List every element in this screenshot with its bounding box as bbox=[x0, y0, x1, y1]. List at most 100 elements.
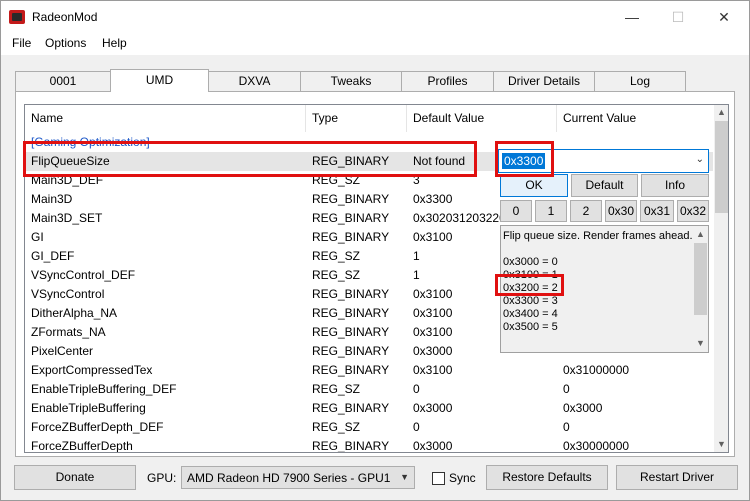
row-type: REG_SZ bbox=[312, 382, 361, 396]
list-scrollbar[interactable]: ▲ ▼ bbox=[714, 105, 728, 452]
row-name: VSyncControl bbox=[31, 287, 105, 301]
row-default: 0x3100 bbox=[413, 363, 453, 377]
column-header-default[interactable]: Default Value bbox=[407, 105, 557, 132]
gpu-select-value: AMD Radeon HD 7900 Series - GPU1 bbox=[187, 471, 391, 485]
table-row[interactable]: EnableTripleBuffering REG_BINARY 0x3000 … bbox=[25, 399, 713, 418]
list-header: Name Type Default Value Current Value bbox=[25, 105, 713, 132]
value-editor-combobox[interactable]: 0x3300 ⌄ bbox=[498, 149, 709, 173]
bottom-bar: Donate GPU: AMD Radeon HD 7900 Series - … bbox=[1, 462, 749, 496]
row-type: REG_SZ bbox=[312, 268, 361, 282]
quick-value-button[interactable]: 0x32 bbox=[677, 200, 709, 222]
row-type: REG_BINARY bbox=[312, 401, 390, 415]
row-type: REG_BINARY bbox=[312, 192, 390, 206]
column-header-type[interactable]: Type bbox=[306, 105, 407, 132]
row-name: ExportCompressedTex bbox=[31, 363, 153, 377]
sync-label[interactable]: Sync bbox=[449, 471, 476, 485]
chevron-down-icon[interactable]: ⌄ bbox=[696, 154, 704, 165]
default-button[interactable]: Default bbox=[571, 174, 638, 197]
row-default: 0x3000 bbox=[413, 401, 453, 415]
maximize-button[interactable]: ☐ bbox=[655, 1, 701, 33]
close-button[interactable]: ✕ bbox=[701, 1, 747, 33]
tab-driver-details[interactable]: Driver Details bbox=[493, 71, 595, 91]
app-icon bbox=[9, 10, 25, 24]
scroll-down-icon[interactable]: ▼ bbox=[693, 336, 708, 351]
row-name: DitherAlpha_NA bbox=[31, 306, 118, 320]
row-current: 0x30000000 bbox=[563, 439, 630, 453]
row-default: 0 bbox=[413, 420, 420, 434]
table-row[interactable]: ForceZBufferDepth_DEF REG_SZ 0 0 bbox=[25, 418, 713, 437]
info-button[interactable]: Info bbox=[641, 174, 709, 197]
quick-value-button[interactable]: 0x30 bbox=[605, 200, 637, 222]
row-type: REG_BINARY bbox=[312, 230, 390, 244]
donate-button[interactable]: Donate bbox=[14, 465, 136, 490]
row-default: 0 bbox=[413, 382, 420, 396]
row-type: REG_BINARY bbox=[312, 287, 390, 301]
row-name: FlipQueueSize bbox=[31, 154, 110, 168]
row-type: REG_BINARY bbox=[312, 363, 390, 377]
quick-value-button[interactable]: 0 bbox=[500, 200, 532, 222]
gpu-label: GPU: bbox=[147, 471, 177, 485]
row-current: 0 bbox=[563, 382, 570, 396]
row-type: REG_BINARY bbox=[312, 439, 390, 453]
row-current: 0 bbox=[563, 420, 570, 434]
minimize-button[interactable]: — bbox=[609, 1, 655, 33]
row-name: EnableTripleBuffering bbox=[31, 401, 146, 415]
column-header-name[interactable]: Name bbox=[25, 105, 306, 132]
menu-file[interactable]: File bbox=[12, 36, 31, 50]
row-type: REG_BINARY bbox=[312, 344, 390, 358]
scroll-thumb[interactable] bbox=[694, 243, 707, 315]
row-name: PixelCenter bbox=[31, 344, 94, 358]
chevron-down-icon: ▼ bbox=[400, 472, 409, 482]
tab-log[interactable]: Log bbox=[594, 71, 686, 91]
row-name: GI bbox=[31, 230, 44, 244]
title-bar[interactable]: RadeonMod — ☐ ✕ bbox=[1, 1, 749, 33]
quick-value-button[interactable]: 2 bbox=[570, 200, 602, 222]
tab-tweaks[interactable]: Tweaks bbox=[300, 71, 402, 91]
table-row[interactable]: ExportCompressedTex REG_BINARY 0x3100 0x… bbox=[25, 361, 713, 380]
menu-options[interactable]: Options bbox=[45, 36, 86, 50]
table-row[interactable]: EnableTripleBuffering_DEF REG_SZ 0 0 bbox=[25, 380, 713, 399]
row-type: REG_SZ bbox=[312, 420, 361, 434]
row-name: ZFormats_NA bbox=[31, 325, 106, 339]
scroll-up-icon[interactable]: ▲ bbox=[714, 105, 728, 120]
value-editor-text[interactable]: 0x3300 bbox=[502, 153, 546, 169]
sync-checkbox[interactable] bbox=[432, 472, 445, 485]
row-type: REG_SZ bbox=[312, 173, 361, 187]
tab-dxva[interactable]: DXVA bbox=[208, 71, 301, 91]
scroll-down-icon[interactable]: ▼ bbox=[714, 437, 728, 452]
row-name: ForceZBufferDepth bbox=[31, 439, 133, 453]
row-name: [Gaming Optimization] bbox=[31, 135, 150, 149]
column-header-current[interactable]: Current Value bbox=[557, 105, 713, 132]
quick-value-button[interactable]: 1 bbox=[535, 200, 567, 222]
menu-bar: File Options Help bbox=[1, 33, 749, 55]
window-title: RadeonMod bbox=[32, 10, 98, 24]
help-text: Flip queue size. Render frames ahead. 0x… bbox=[503, 230, 693, 333]
help-textbox[interactable]: Flip queue size. Render frames ahead. 0x… bbox=[500, 225, 709, 353]
gpu-select[interactable]: AMD Radeon HD 7900 Series - GPU1 ▼ bbox=[181, 466, 415, 489]
row-type: REG_SZ bbox=[312, 249, 361, 263]
row-name: EnableTripleBuffering_DEF bbox=[31, 382, 177, 396]
table-row[interactable]: ForceZBufferDepth REG_BINARY 0x3000 0x30… bbox=[25, 437, 713, 453]
row-type: REG_BINARY bbox=[312, 306, 390, 320]
restore-defaults-button[interactable]: Restore Defaults bbox=[486, 465, 608, 490]
row-type: REG_BINARY bbox=[312, 211, 390, 225]
restart-driver-button[interactable]: Restart Driver bbox=[616, 465, 738, 490]
row-name: GI_DEF bbox=[31, 249, 75, 263]
tab-0001[interactable]: 0001 bbox=[15, 71, 111, 91]
ok-button[interactable]: OK bbox=[500, 174, 568, 197]
tab-profiles[interactable]: Profiles bbox=[401, 71, 494, 91]
quick-value-button[interactable]: 0x31 bbox=[640, 200, 674, 222]
help-scrollbar[interactable]: ▲ ▼ bbox=[692, 226, 708, 352]
row-name: Main3D_SET bbox=[31, 211, 103, 225]
row-type bbox=[306, 133, 406, 152]
scroll-thumb[interactable] bbox=[715, 121, 728, 213]
scroll-up-icon[interactable]: ▲ bbox=[693, 227, 708, 242]
menu-help[interactable]: Help bbox=[102, 36, 127, 50]
row-name: ForceZBufferDepth_DEF bbox=[31, 420, 164, 434]
tab-umd[interactable]: UMD bbox=[110, 69, 209, 92]
row-name: VSyncControl_DEF bbox=[31, 268, 136, 282]
row-type: REG_BINARY bbox=[312, 154, 390, 168]
row-current: 0x31000000 bbox=[563, 363, 630, 377]
tab-strip: 0001 UMD DXVA Tweaks Profiles Driver Det… bbox=[15, 69, 735, 92]
row-type: REG_BINARY bbox=[312, 325, 390, 339]
